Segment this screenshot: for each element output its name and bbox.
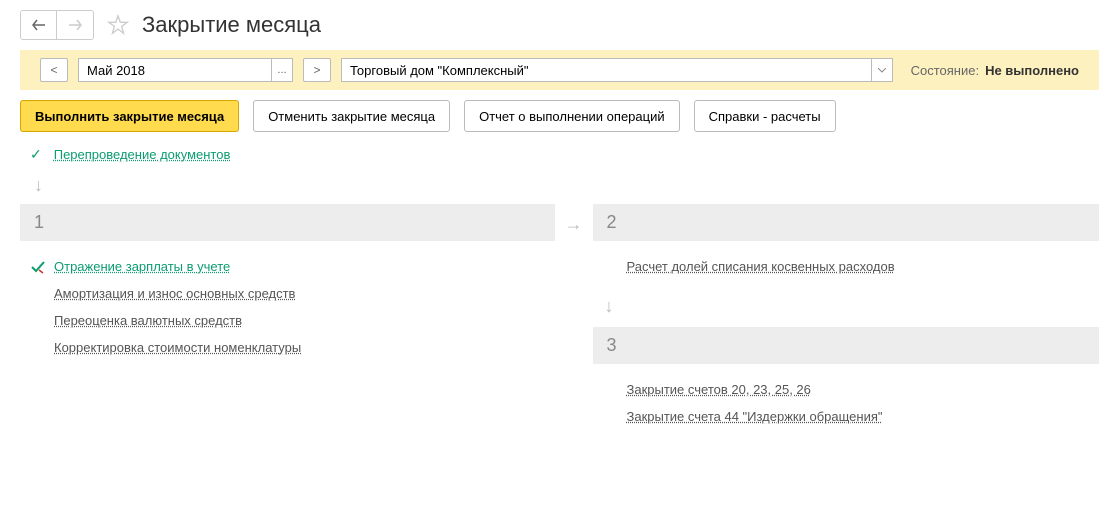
org-input[interactable] — [341, 58, 871, 82]
operation-row: Амортизация и износ основных средств — [26, 280, 549, 307]
operation-row: Закрытие счета 44 "Издержки обращения" — [599, 403, 1094, 430]
back-button[interactable] — [21, 11, 57, 39]
cancel-button[interactable]: Отменить закрытие месяца — [253, 100, 450, 132]
org-select — [341, 58, 893, 82]
filter-bar: < ... > Состояние: Не выполнено — [20, 50, 1099, 90]
arrow-right-icon — [68, 19, 82, 31]
edited-check-icon — [30, 260, 46, 274]
action-bar: Выполнить закрытие месяца Отменить закры… — [0, 90, 1119, 142]
operation-row: Расчет долей списания косвенных расходов — [599, 253, 1094, 280]
status-label: Состояние: — [911, 63, 979, 78]
prestep-link[interactable]: Перепроведение документов — [54, 147, 231, 162]
period-input[interactable] — [78, 58, 271, 82]
org-dropdown-button[interactable] — [871, 58, 893, 82]
page-title: Закрытие месяца — [142, 12, 321, 38]
chevron-down-icon — [878, 68, 886, 73]
period-prev-button[interactable]: < — [40, 58, 68, 82]
favorite-button[interactable] — [104, 11, 132, 39]
star-icon — [107, 14, 129, 36]
operation-link[interactable]: Переоценка валютных средств — [54, 313, 242, 328]
operation-link[interactable]: Расчет долей списания косвенных расходов — [627, 259, 895, 274]
execute-button[interactable]: Выполнить закрытие месяца — [20, 100, 239, 132]
arrow-right-icon: → — [565, 214, 583, 235]
stage-1: 1 Отражение зарплаты в учете Амортизация… — [20, 204, 555, 442]
forward-button[interactable] — [57, 11, 93, 39]
arrow-left-icon — [32, 19, 46, 31]
stage-3: 3 Закрытие счетов 20, 23, 25, 26 Закрыти… — [593, 327, 1100, 442]
arrow-down-icon: ↓ — [605, 296, 614, 316]
operation-link[interactable]: Отражение зарплаты в учете — [54, 259, 230, 274]
period-picker-button[interactable]: ... — [271, 58, 293, 82]
operation-row: Закрытие счетов 20, 23, 25, 26 — [599, 376, 1094, 403]
stage-1-header: 1 — [20, 204, 555, 241]
nav-buttons — [20, 10, 94, 40]
operation-link[interactable]: Закрытие счета 44 "Издержки обращения" — [627, 409, 883, 424]
operation-link[interactable]: Закрытие счетов 20, 23, 25, 26 — [627, 382, 811, 397]
stage-3-header: 3 — [593, 327, 1100, 364]
report-button[interactable]: Отчет о выполнении операций — [464, 100, 680, 132]
flow-arrow-down: ↓ — [0, 167, 1119, 204]
flow-arrow-right: → — [565, 204, 583, 442]
operation-row: Переоценка валютных средств — [26, 307, 549, 334]
operation-link[interactable]: Амортизация и износ основных средств — [54, 286, 295, 301]
stage-2-header: 2 — [593, 204, 1100, 241]
prestep-row: ✓ Перепроведение документов — [0, 142, 1119, 167]
period-next-button[interactable]: > — [303, 58, 331, 82]
check-icon: ✓ — [30, 146, 42, 163]
flow-arrow-down: ↓ — [593, 292, 1100, 327]
refs-button[interactable]: Справки - расчеты — [694, 100, 836, 132]
operation-row: Корректировка стоимости номенклатуры — [26, 334, 549, 361]
operation-link[interactable]: Корректировка стоимости номенклатуры — [54, 340, 301, 355]
arrow-down-icon: ↓ — [34, 175, 43, 195]
status-display: Состояние: Не выполнено — [911, 63, 1079, 78]
period-field: ... — [78, 58, 293, 82]
operation-row: Отражение зарплаты в учете — [26, 253, 549, 280]
stage-2: 2 Расчет долей списания косвенных расход… — [593, 204, 1100, 292]
status-value: Не выполнено — [985, 63, 1079, 78]
